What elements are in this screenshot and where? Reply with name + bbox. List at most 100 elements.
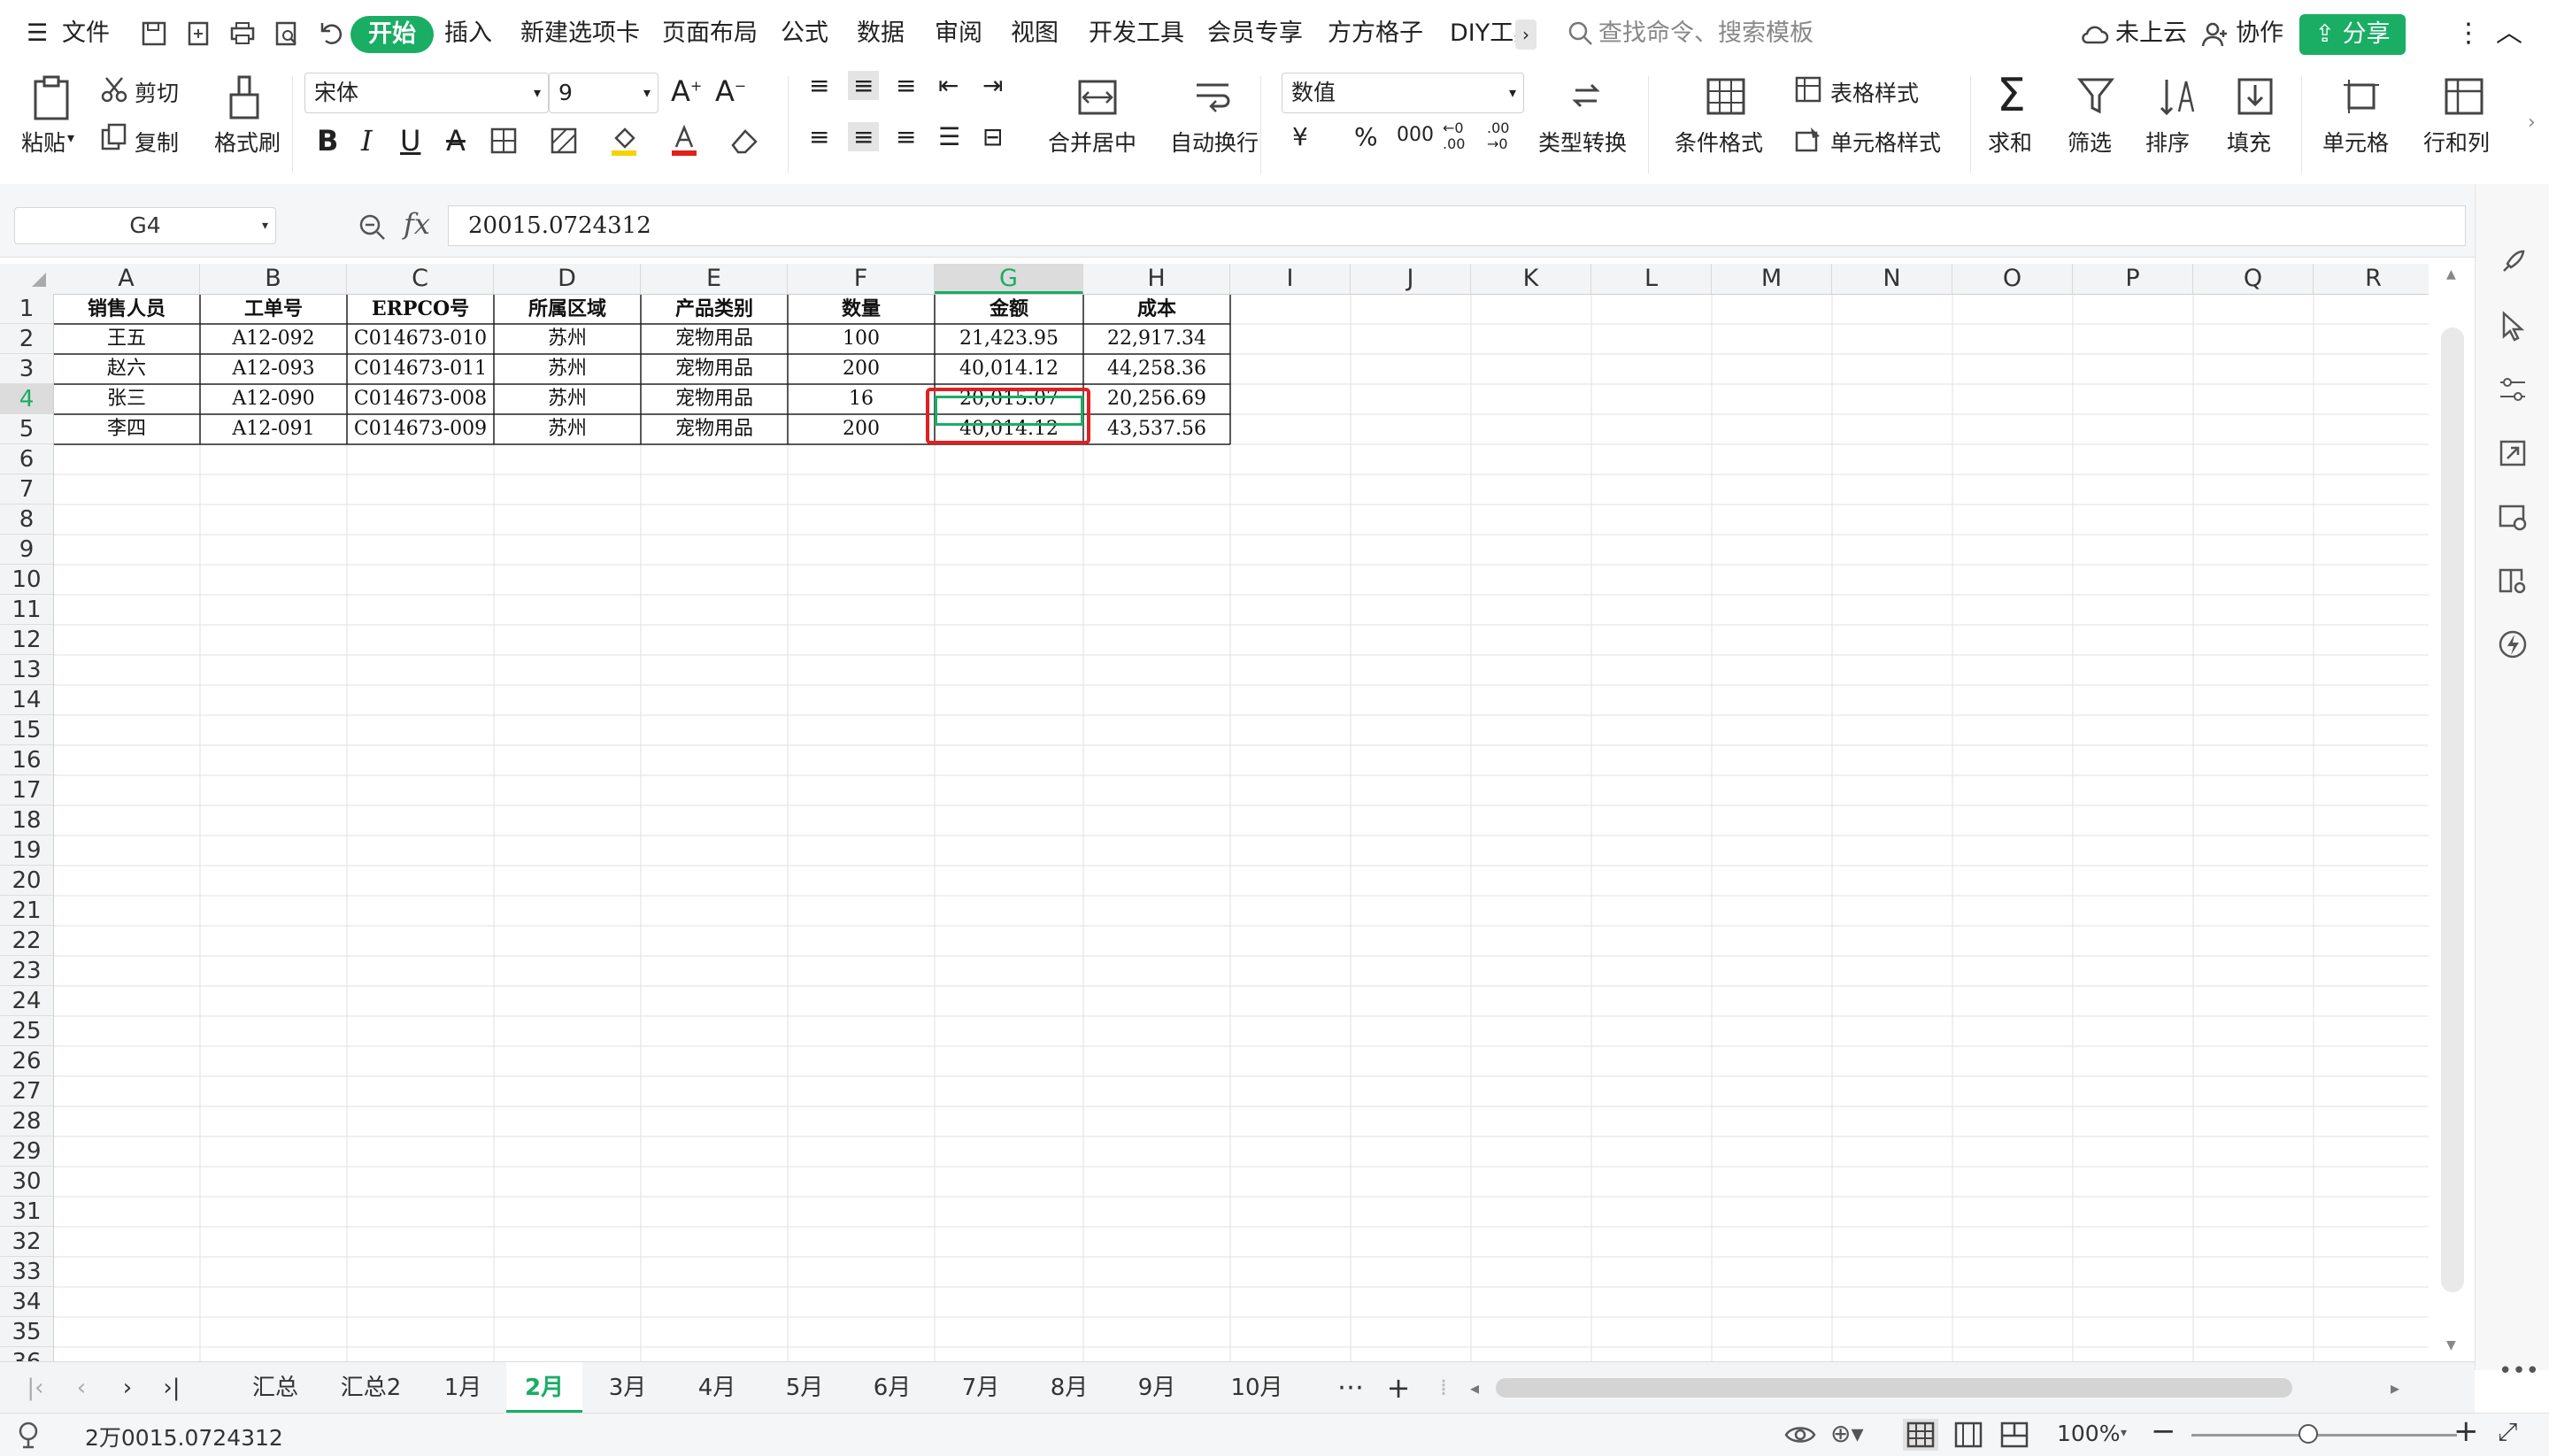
book-search-icon[interactable] (2497, 565, 2529, 597)
search-input[interactable]: 查找命令、搜索模板 (1598, 0, 1814, 67)
tab-data[interactable]: 数据 (857, 0, 905, 67)
add-sheet-icon[interactable]: + (1381, 1362, 1416, 1414)
table-cell[interactable]: C014673-009 (347, 414, 494, 444)
align-top-icon[interactable]: ≡ (809, 71, 829, 100)
row-header-23[interactable]: 23 (0, 956, 53, 986)
row-header-36[interactable]: 36 (0, 1347, 53, 1361)
copy-icon[interactable] (99, 122, 129, 152)
number-format-select[interactable]: 数值 ▾ (1282, 73, 1524, 113)
row-header-31[interactable]: 31 (0, 1197, 53, 1227)
table-cell[interactable]: 李四 (53, 414, 200, 444)
table-cell[interactable]: 200 (788, 354, 935, 384)
chevron-down-icon[interactable]: ▾ (2121, 1426, 2127, 1440)
tab-member[interactable]: 会员专享 (1207, 0, 1303, 67)
row-header-9[interactable]: 9 (0, 535, 53, 565)
tab-developer[interactable]: 开发工具 (1089, 0, 1184, 67)
row-header-8[interactable]: 8 (0, 505, 53, 535)
export-icon[interactable] (182, 18, 214, 50)
font-decrease-icon[interactable]: A− (715, 74, 746, 108)
row-header-6[interactable]: 6 (0, 444, 53, 474)
paste-button[interactable]: 粘贴 (21, 126, 65, 158)
chevron-right-icon[interactable]: › (1515, 19, 1536, 50)
sheet-tab[interactable]: 8月 (1025, 1362, 1113, 1414)
row-header-7[interactable]: 7 (0, 474, 53, 505)
paste-icon[interactable] (30, 74, 73, 122)
col-header-k[interactable]: K (1471, 264, 1591, 294)
table-style-button[interactable]: 表格样式 (1830, 76, 1919, 108)
ribbon-scroll-right-icon[interactable]: › (2528, 112, 2536, 134)
search-icon[interactable] (1567, 19, 1595, 48)
reading-mode-icon[interactable]: ⊕▾ (1830, 1419, 1864, 1448)
row-header-11[interactable]: 11 (0, 595, 53, 625)
sheet-tab[interactable]: 3月 (582, 1362, 673, 1414)
format-painter-icon[interactable] (227, 74, 262, 122)
slider-settings-icon[interactable] (2497, 374, 2529, 405)
table-cell[interactable]: 100 (788, 324, 935, 354)
currency-icon[interactable]: ¥ (1292, 122, 1308, 151)
align-left-icon[interactable]: ≡ (809, 122, 829, 151)
zoom-out-icon[interactable]: − (2151, 1414, 2176, 1449)
table-cell[interactable]: 宠物用品 (641, 324, 788, 354)
row-header-19[interactable]: 19 (0, 836, 53, 866)
tab-splitter[interactable]: ⁞ (1439, 1362, 1448, 1414)
align-right-icon[interactable]: ≡ (896, 122, 916, 151)
bold-icon[interactable]: B (317, 124, 338, 158)
row-header-16[interactable]: 16 (0, 745, 53, 775)
print-icon[interactable] (227, 18, 258, 50)
thousands-icon[interactable]: 000 (1397, 124, 1434, 146)
indent-decrease-icon[interactable]: ⇤ (938, 71, 959, 100)
col-header-j[interactable]: J (1351, 264, 1471, 294)
row-header-27[interactable]: 27 (0, 1076, 53, 1106)
table-cell[interactable]: 宠物用品 (641, 354, 788, 384)
row-header-30[interactable]: 30 (0, 1167, 53, 1197)
more-dots-icon[interactable]: ••• (2499, 1358, 2539, 1384)
zoom-slider-handle[interactable] (2299, 1424, 2318, 1444)
distribute-icon[interactable]: ⊟ (982, 122, 1003, 151)
row-header-33[interactable]: 33 (0, 1257, 53, 1287)
normal-view-icon[interactable] (1903, 1419, 1938, 1451)
conditional-format-button[interactable]: 条件格式 (1675, 126, 1763, 158)
macro-record-icon[interactable] (16, 1421, 46, 1449)
rocket-icon[interactable] (2497, 246, 2529, 278)
col-header-f[interactable]: F (788, 264, 935, 294)
border-icon[interactable] (489, 126, 519, 156)
align-bottom-icon[interactable]: ≡ (896, 71, 916, 100)
col-header-b[interactable]: B (200, 264, 347, 294)
percent-icon[interactable]: % (1354, 122, 1378, 151)
chevron-down-icon[interactable]: ▾ (67, 129, 74, 146)
sort-button[interactable]: 排序 (2145, 126, 2190, 158)
zoom-slider[interactable] (2191, 1434, 2457, 1437)
row-header-4[interactable]: 4 (0, 384, 53, 414)
table-cell[interactable]: C014673-011 (347, 354, 494, 384)
col-header-p[interactable]: P (2073, 264, 2193, 294)
rowcol-icon[interactable] (2443, 76, 2485, 117)
merge-center-icon[interactable] (1076, 78, 1119, 117)
table-cell[interactable]: 200 (788, 414, 935, 444)
col-header-o[interactable]: O (1952, 264, 2073, 294)
cell-style-button[interactable]: 单元格样式 (1830, 126, 1941, 158)
font-color-icon[interactable] (669, 124, 699, 158)
font-increase-icon[interactable]: A+ (671, 74, 702, 108)
row-header-3[interactable]: 3 (0, 354, 53, 384)
sheet-tab[interactable]: 2月 (506, 1362, 582, 1414)
row-header-24[interactable]: 24 (0, 986, 53, 1016)
fill-down-icon[interactable] (2236, 76, 2275, 117)
justify-icon[interactable]: ☰ (938, 122, 960, 151)
hscroll-left-icon[interactable]: ◂ (1464, 1362, 1485, 1414)
eye-protection-icon[interactable] (1784, 1422, 1816, 1447)
row-header-18[interactable]: 18 (0, 805, 53, 836)
filter-button[interactable]: 筛选 (2068, 126, 2112, 158)
cell-icon[interactable] (2340, 76, 2383, 117)
sheet-tab[interactable]: 汇总2 (322, 1362, 420, 1414)
table-style-icon[interactable] (1793, 74, 1823, 104)
sheet-tab[interactable]: 10月 (1200, 1362, 1313, 1414)
col-header-r[interactable]: R (2314, 264, 2429, 294)
col-header-h[interactable]: H (1083, 264, 1230, 294)
zoom-in-icon[interactable]: + (2453, 1414, 2479, 1449)
sum-icon[interactable]: Σ (1997, 69, 2026, 122)
row-header-34[interactable]: 34 (0, 1287, 53, 1317)
select-all-icon[interactable] (30, 271, 48, 289)
table-cell[interactable]: 43,537.56 (1083, 414, 1230, 444)
formula-input[interactable]: 20015.0724312 (448, 205, 2466, 246)
image-settings-icon[interactable] (2497, 501, 2529, 533)
